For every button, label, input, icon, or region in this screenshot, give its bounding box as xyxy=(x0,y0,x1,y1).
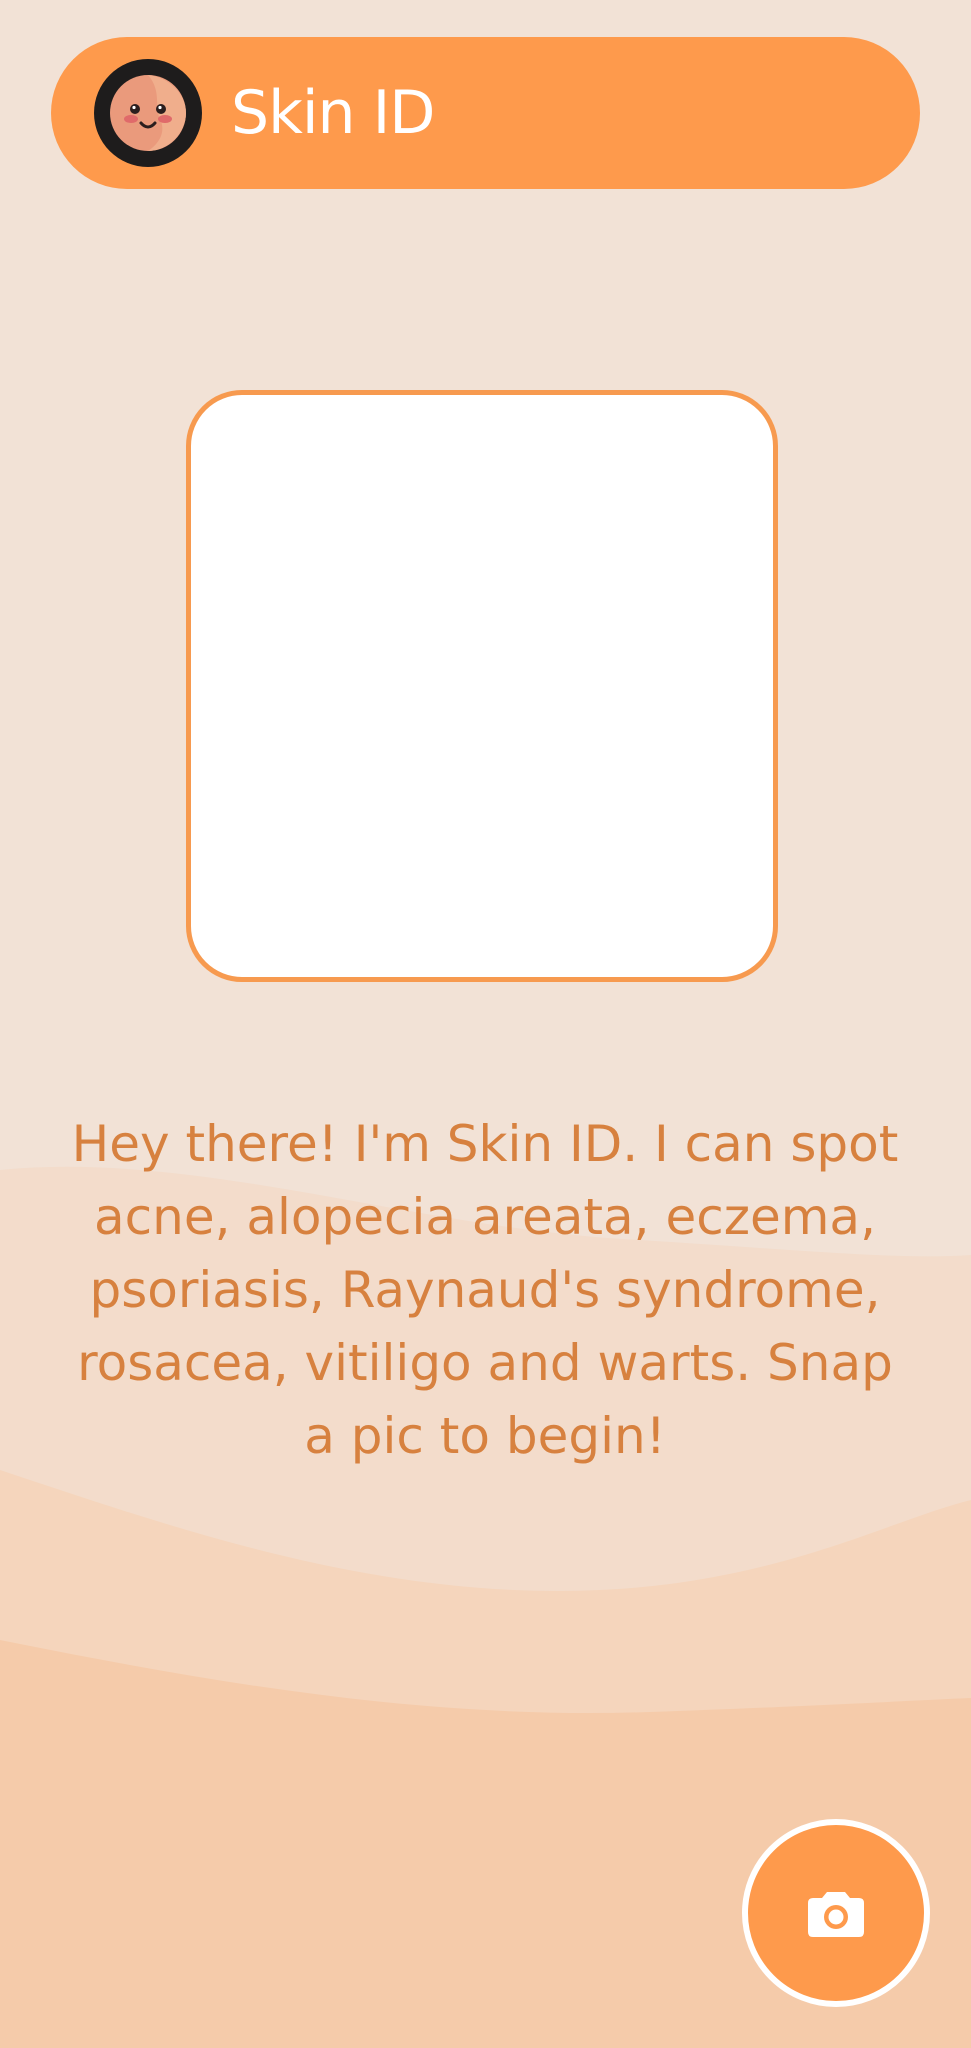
intro-message: Hey there! I'm Skin ID. I can spot acne,… xyxy=(71,1115,899,1465)
image-preview-frame xyxy=(186,390,778,982)
app-title: Skin ID xyxy=(231,78,435,148)
camera-icon xyxy=(808,1892,864,1937)
app-avatar xyxy=(94,59,202,167)
smiling-face-icon xyxy=(110,75,186,151)
app-header: Skin ID xyxy=(51,37,920,189)
background-waves xyxy=(0,1166,971,2048)
camera-button[interactable] xyxy=(742,1819,930,2007)
